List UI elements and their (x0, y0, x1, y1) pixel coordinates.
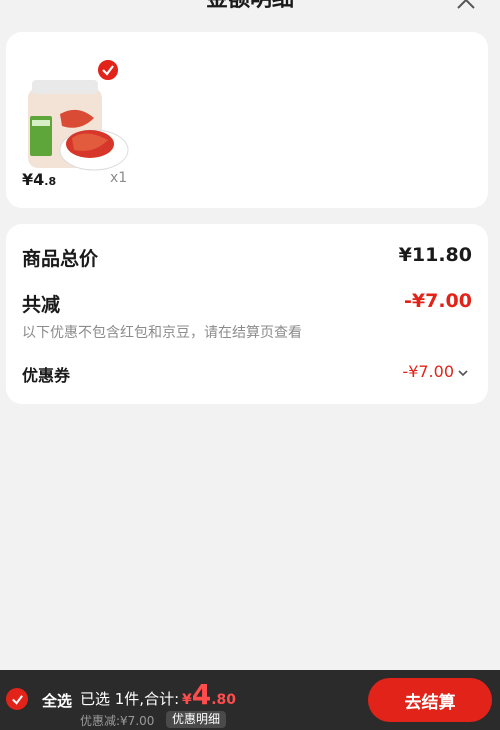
coupon-value: -¥7.00 (402, 362, 454, 381)
product-selected-checkbox[interactable] (96, 58, 120, 82)
reduction-note: 以下优惠不包含红包和京豆，请在结算页查看 (22, 325, 302, 341)
total-integer: 4 (191, 678, 212, 711)
reduction-label: 共减 (22, 294, 61, 316)
reduction-value: -¥7.00 (404, 290, 472, 312)
bottom-total-price: ¥4.80 (182, 678, 236, 711)
checkout-button[interactable]: 去结算 (368, 678, 492, 722)
sheet-title: 金额明细 (206, 0, 294, 12)
summary-card: 商品总价 ¥11.80 共减 -¥7.00 以下优惠不包含红包和京豆，请在结算页… (6, 224, 488, 404)
discount-detail-button[interactable]: 优惠明细 (166, 711, 227, 728)
discount-summary: 优惠减:¥7.00 (80, 714, 155, 728)
price-symbol: ¥ (22, 170, 34, 189)
product-price: ¥4.8 (22, 170, 56, 189)
total-value: ¥11.80 (398, 244, 472, 266)
selected-count-text: 已选 1件,合计: (80, 690, 180, 708)
total-currency: ¥ (182, 692, 192, 708)
bottom-checkout-bar: 全选 已选 1件,合计: ¥4.80 优惠减:¥7.00 优惠明细 去结算 (0, 670, 500, 730)
product-quantity: x1 (110, 170, 128, 186)
price-decimal: .8 (44, 175, 57, 188)
coupon-label: 优惠券 (22, 366, 71, 385)
coupon-row-toggle[interactable]: -¥7.00 (402, 362, 468, 381)
total-decimal: .80 (211, 692, 237, 708)
sheet-header: 金额明细 (0, 0, 500, 24)
product-card: ¥4.8 x1 (6, 32, 488, 208)
total-label: 商品总价 (22, 248, 99, 270)
close-icon[interactable] (454, 0, 478, 12)
chevron-down-icon (458, 362, 468, 381)
price-integer: 4 (33, 170, 45, 189)
select-all-checkbox[interactable] (6, 688, 28, 710)
select-all-label[interactable]: 全选 (42, 690, 72, 711)
